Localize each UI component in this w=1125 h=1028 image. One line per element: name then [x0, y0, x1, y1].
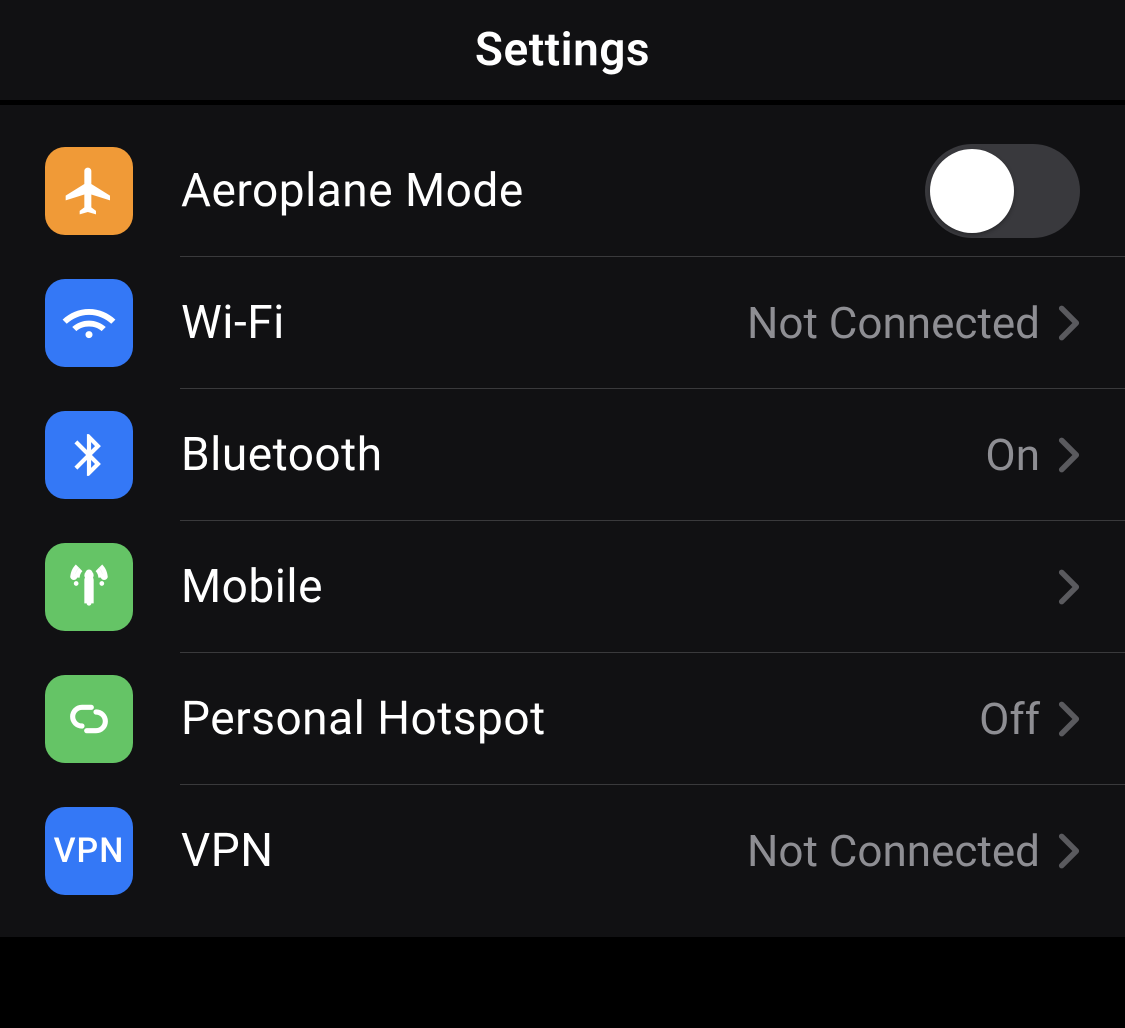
row-label: Mobile [181, 560, 1040, 614]
row-value: Not Connected [747, 825, 1040, 877]
row-vpn[interactable]: VPN VPN Not Connected [0, 785, 1125, 917]
row-aeroplane-mode[interactable]: Aeroplane Mode [0, 125, 1125, 257]
chevron-right-icon [1058, 832, 1080, 870]
hotspot-icon [45, 675, 133, 763]
chevron-right-icon [1058, 700, 1080, 738]
page-title: Settings [475, 23, 650, 77]
row-label: Bluetooth [181, 428, 985, 482]
settings-header: Settings [0, 0, 1125, 105]
aeroplane-mode-toggle[interactable] [925, 144, 1080, 238]
row-value: On [985, 429, 1040, 481]
cellular-icon [45, 543, 133, 631]
row-value: Off [979, 693, 1040, 745]
bluetooth-icon [45, 411, 133, 499]
settings-list: Aeroplane Mode Wi-Fi Not Connected Bluet… [0, 105, 1125, 937]
row-label: Aeroplane Mode [181, 164, 925, 218]
vpn-icon-text: VPN [54, 831, 125, 871]
vpn-icon: VPN [45, 807, 133, 895]
wifi-icon [45, 279, 133, 367]
chevron-right-icon [1058, 568, 1080, 606]
bottom-spacer [0, 937, 1125, 1028]
row-wifi[interactable]: Wi-Fi Not Connected [0, 257, 1125, 389]
row-personal-hotspot[interactable]: Personal Hotspot Off [0, 653, 1125, 785]
row-bluetooth[interactable]: Bluetooth On [0, 389, 1125, 521]
row-value: Not Connected [747, 297, 1040, 349]
row-label: Wi-Fi [181, 296, 747, 350]
chevron-right-icon [1058, 304, 1080, 342]
row-label: VPN [181, 824, 747, 878]
row-label: Personal Hotspot [181, 692, 979, 746]
row-mobile[interactable]: Mobile [0, 521, 1125, 653]
toggle-knob [930, 149, 1014, 233]
chevron-right-icon [1058, 436, 1080, 474]
airplane-icon [45, 147, 133, 235]
